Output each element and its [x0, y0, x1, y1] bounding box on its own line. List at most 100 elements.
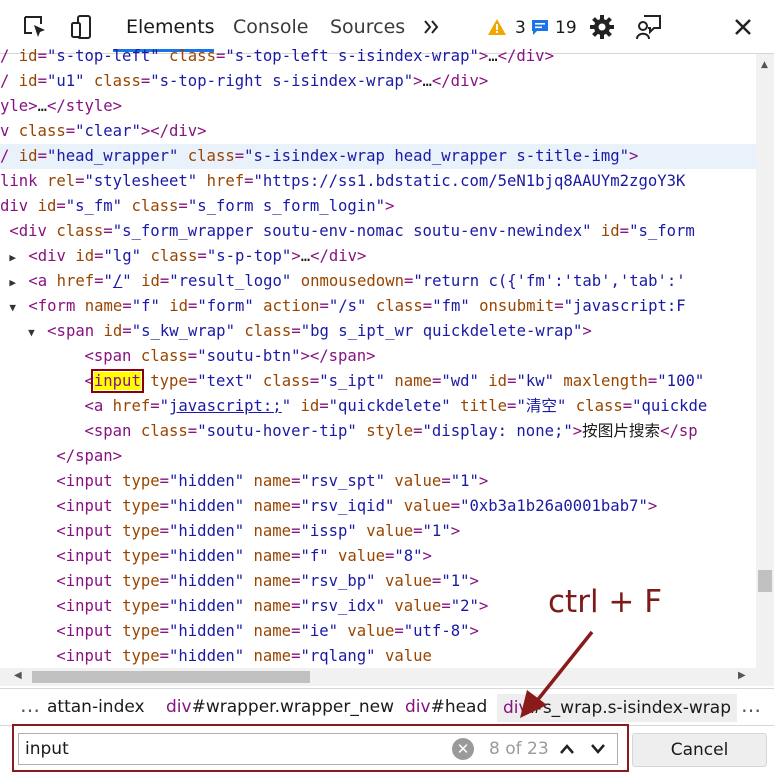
code-token: "hidden" — [169, 497, 245, 515]
dom-node-line[interactable]: <span class="soutu-btn"></span> — [0, 344, 376, 369]
dom-node-line[interactable]: ▼ <form name="f" id="form" action="/s" cl… — [0, 294, 685, 320]
code-token: <input — [56, 497, 123, 515]
chevrons-right-icon[interactable] — [416, 12, 446, 42]
dom-node-line[interactable]: <input type="hidden" name="rqlang" value — [0, 644, 432, 668]
tab-sources[interactable]: Sources — [330, 16, 405, 38]
code-token: class — [56, 222, 104, 240]
code-token[interactable]: / — [113, 272, 122, 290]
dom-node-line[interactable]: / id="s-top-left" class="s-top-left s-is… — [0, 44, 554, 69]
dom-node-line[interactable]: <input type="hidden" name="rsv_bp" value… — [0, 569, 479, 594]
clear-search-icon[interactable]: ✕ — [452, 738, 474, 760]
next-match-button[interactable] — [585, 735, 611, 763]
breadcrumb-item[interactable]: div#wrapper.wrapper_new — [166, 697, 394, 717]
tab-elements[interactable]: Elements — [126, 16, 215, 38]
expand-triangle-down-icon[interactable]: ▼ — [9, 295, 28, 320]
expand-triangle-right-icon[interactable]: ▶ — [9, 245, 28, 270]
code-token: "s-top-right s-isindex-wrap" — [150, 72, 414, 90]
dom-node-line[interactable]: ▼ <span id="s_kw_wrap" class="bg s_ipt_wr… — [0, 319, 592, 344]
dom-node-line[interactable]: <input type="hidden" name="ie" value="ut… — [0, 619, 479, 644]
breadcrumb-more-right-icon[interactable]: … — [741, 693, 761, 717]
code-token: value — [347, 622, 395, 640]
code-token: <input — [56, 472, 123, 490]
code-token: "s_form — [629, 222, 695, 240]
dom-node-line[interactable]: link rel="stylesheet" href="https://ss1.… — [0, 169, 685, 194]
code-token: = — [215, 47, 226, 65]
horizontal-scroll-thumb[interactable] — [32, 671, 310, 683]
gear-icon[interactable] — [587, 12, 617, 42]
dom-node-line[interactable]: <input type="hidden" name="rsv_iqid" val… — [0, 494, 657, 519]
horizontal-scrollbar[interactable]: ◀ ▶ — [0, 668, 756, 686]
device-toggle-icon[interactable] — [67, 12, 97, 42]
scroll-left-icon[interactable]: ◀ — [14, 670, 22, 681]
inspect-element-icon[interactable] — [20, 12, 50, 42]
code-token[interactable]: javascript:; — [169, 397, 282, 415]
dom-node-line[interactable]: ▶ <a href="/" id="result_logo" onmousedow… — [0, 269, 685, 295]
code-token: = — [450, 497, 461, 515]
dom-node-line[interactable]: ▶ <div id="lg" class="s-p-top">…</div> — [0, 244, 366, 269]
dom-node-line[interactable]: <input type="hidden" name="rsv_idx" valu… — [0, 594, 488, 619]
code-token: class — [93, 72, 141, 90]
dom-node-line[interactable]: yle>…</style> — [0, 94, 122, 119]
dom-node-line[interactable]: <input type="text" class="s_ipt" name="w… — [0, 369, 704, 394]
message-icon[interactable] — [529, 12, 551, 42]
previous-match-button[interactable] — [554, 735, 580, 763]
dom-node-line[interactable]: <input type="hidden" name="rsv_spt" valu… — [0, 469, 488, 494]
dom-node-line[interactable]: <span class="soutu-hover-tip" style="dis… — [0, 419, 698, 444]
breadcrumb-item-selected[interactable]: div#s_wrap.s-isindex-wrap — [497, 694, 738, 722]
code-token: style — [366, 422, 414, 440]
code-token: </div> — [431, 72, 489, 90]
dom-node-line[interactable]: </span> — [0, 444, 122, 469]
breadcrumb-more-left-icon[interactable]: … — [20, 693, 40, 717]
code-token: <span — [84, 347, 141, 365]
code-token: "soutu-hover-tip" — [197, 422, 357, 440]
dom-node-line[interactable]: <div class="s_form_wrapper soutu-env-nom… — [0, 219, 695, 244]
warning-count[interactable]: 3 — [515, 18, 526, 38]
close-icon[interactable] — [728, 12, 758, 42]
dom-node-line[interactable]: <input type="hidden" name="f" value="8"> — [0, 544, 432, 569]
code-token: = — [159, 622, 170, 640]
code-token: = — [75, 172, 85, 190]
vertical-scroll-thumb[interactable] — [758, 570, 772, 592]
breadcrumb-item[interactable]: div#head — [405, 697, 487, 717]
dom-node-line[interactable]: / id="u1" class="s-top-right s-isindex-w… — [0, 69, 488, 94]
feedback-icon[interactable] — [634, 12, 664, 42]
tab-console[interactable]: Console — [233, 16, 308, 38]
code-token: name — [84, 297, 123, 315]
scroll-right-icon[interactable]: ▶ — [738, 670, 746, 681]
breadcrumb-item[interactable]: attan-index — [47, 697, 145, 717]
expand-triangle-down-icon[interactable]: ▼ — [28, 320, 47, 345]
dom-node-line[interactable]: <input type="hidden" name="issp" value="… — [0, 519, 460, 544]
code-token: "hidden" — [169, 597, 245, 615]
scroll-up-icon[interactable]: ▲ — [761, 60, 768, 70]
dom-node-line[interactable]: div id="s_fm" class="s_form s_form_login… — [0, 194, 394, 219]
vertical-scrollbar[interactable]: ▲ — [756, 54, 774, 686]
code-token: class — [575, 397, 623, 415]
dom-node-line[interactable]: <a href="javascript:;" id="quickdelete" … — [0, 394, 708, 419]
code-token: "kw" — [516, 372, 555, 390]
dom-node-line[interactable]: / id="head_wrapper" class="s-isindex-wra… — [0, 144, 756, 169]
code-token: > — [478, 472, 489, 490]
code-token: </span> — [56, 447, 123, 465]
dom-tree[interactable]: / id="s-top-left" class="s-top-left s-is… — [0, 44, 756, 668]
dom-node-line[interactable]: v class="clear"></div> — [0, 119, 207, 144]
message-count[interactable]: 19 — [555, 18, 577, 38]
code-token: action — [263, 297, 320, 315]
code-token: title — [460, 397, 508, 415]
code-token: "1" — [450, 472, 479, 490]
code-token: > — [478, 47, 489, 65]
code-token: class — [244, 322, 292, 340]
code-token: = — [291, 322, 301, 340]
cancel-button[interactable]: Cancel — [632, 733, 767, 767]
warning-icon[interactable] — [486, 12, 508, 42]
expand-triangle-right-icon[interactable]: ▶ — [9, 270, 28, 295]
